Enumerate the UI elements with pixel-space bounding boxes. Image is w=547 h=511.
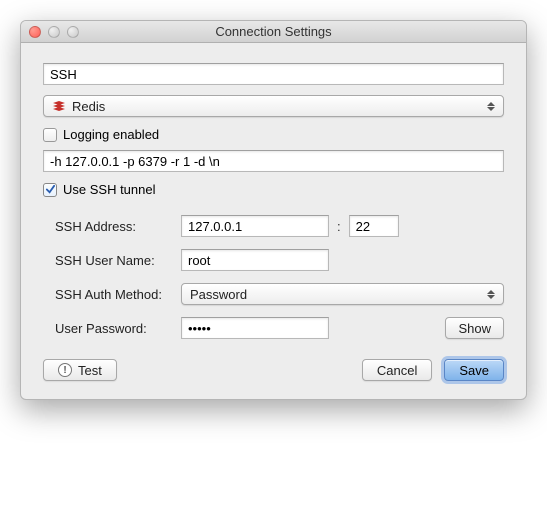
chevron-updown-icon xyxy=(483,96,499,116)
connection-name-input[interactable] xyxy=(43,63,504,85)
ssh-user-input[interactable] xyxy=(181,249,329,271)
exclamation-icon: ! xyxy=(58,363,72,377)
ssh-user-label: SSH User Name: xyxy=(55,253,181,268)
save-button[interactable]: Save xyxy=(444,359,504,381)
ssh-section: SSH Address: : SSH User Name: SSH Auth M… xyxy=(55,215,504,339)
close-icon[interactable] xyxy=(29,26,41,38)
minimize-icon[interactable] xyxy=(48,26,60,38)
ssh-address-input[interactable] xyxy=(181,215,329,237)
chevron-updown-icon xyxy=(483,284,499,304)
test-button[interactable]: ! Test xyxy=(43,359,117,381)
content: Redis Logging enabled Use SSH tunnel SSH… xyxy=(21,43,526,399)
ssh-password-input[interactable] xyxy=(181,317,329,339)
titlebar: Connection Settings xyxy=(21,21,526,43)
logging-label: Logging enabled xyxy=(63,127,159,142)
ssh-auth-select[interactable]: Password xyxy=(181,283,504,305)
cancel-button[interactable]: Cancel xyxy=(362,359,432,381)
address-port-separator: : xyxy=(337,219,341,234)
window-title: Connection Settings xyxy=(21,24,526,39)
ssh-tunnel-label: Use SSH tunnel xyxy=(63,182,156,197)
action-bar: ! Test Cancel Save xyxy=(43,359,504,381)
ssh-auth-value: Password xyxy=(190,287,247,302)
connection-type-label: Redis xyxy=(72,99,105,114)
ssh-address-label: SSH Address: xyxy=(55,219,181,234)
ssh-password-label: User Password: xyxy=(55,321,181,336)
connection-type-select[interactable]: Redis xyxy=(43,95,504,117)
logging-checkbox[interactable] xyxy=(43,128,57,142)
zoom-icon[interactable] xyxy=(67,26,79,38)
redis-icon xyxy=(52,100,66,112)
ssh-auth-label: SSH Auth Method: xyxy=(55,287,181,302)
traffic-lights xyxy=(29,26,79,38)
ssh-tunnel-checkbox[interactable] xyxy=(43,183,57,197)
settings-window: Connection Settings Redis Logging enable… xyxy=(20,20,527,400)
ssh-port-input[interactable] xyxy=(349,215,399,237)
show-password-button[interactable]: Show xyxy=(445,317,504,339)
command-input[interactable] xyxy=(43,150,504,172)
